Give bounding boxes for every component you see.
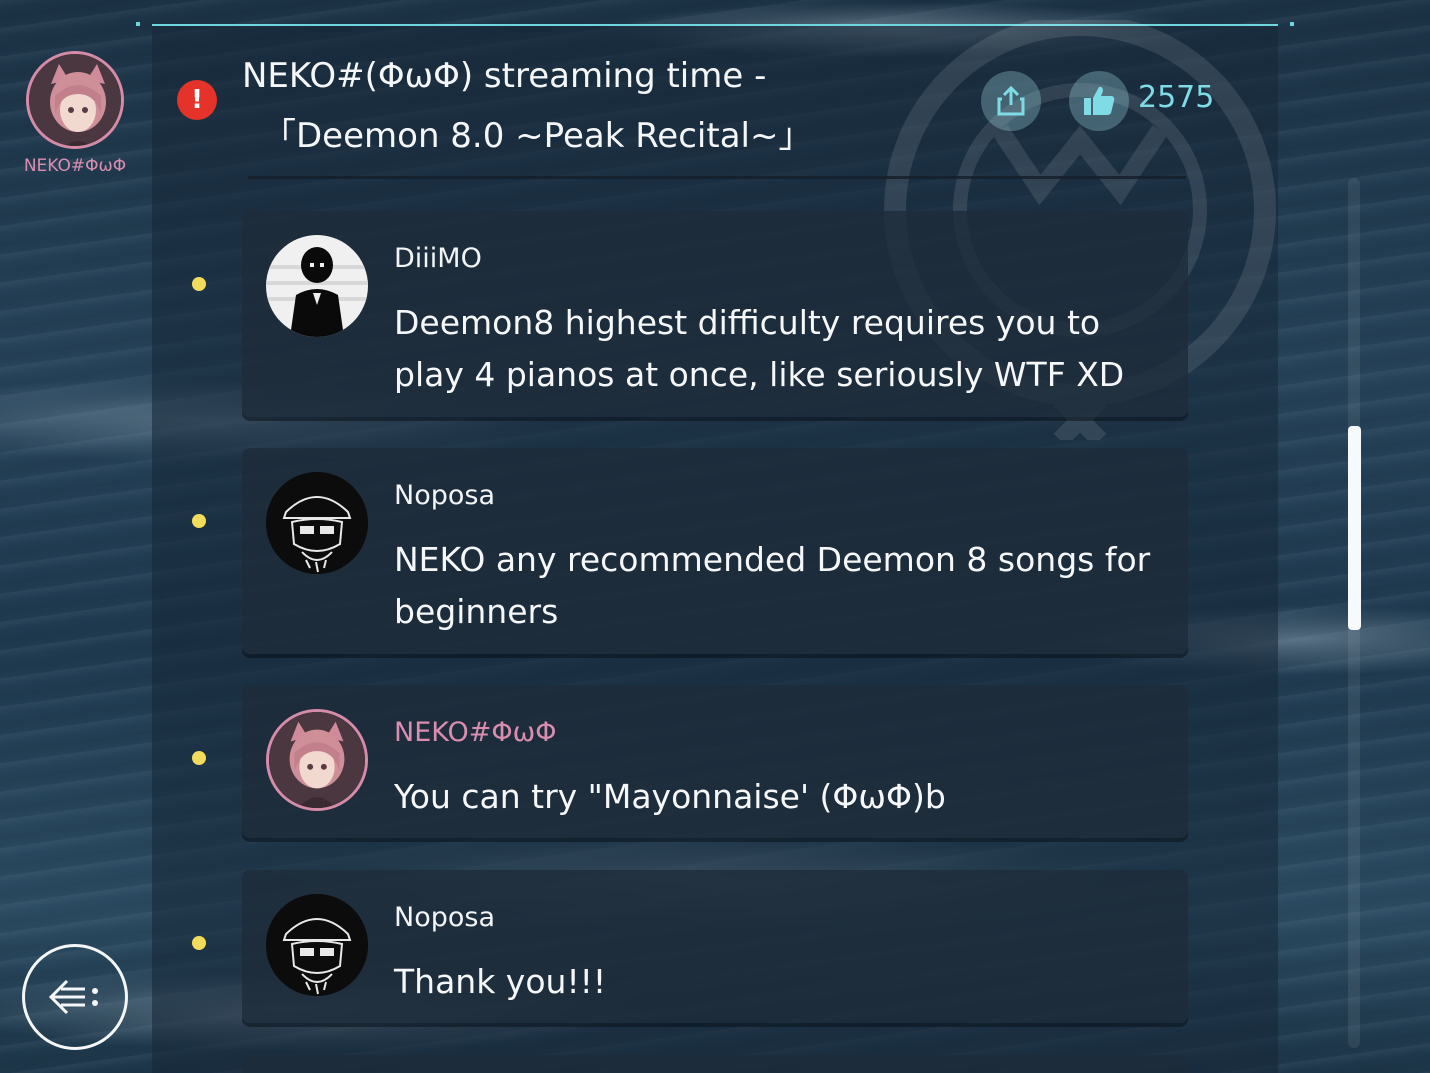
comment-bullet bbox=[192, 936, 206, 950]
author-name: NEKO#ΦωΦ bbox=[23, 156, 127, 176]
scrollbar-thumb[interactable] bbox=[1348, 426, 1361, 630]
comment-item[interactable]: Noposa Thank you!!! bbox=[242, 870, 1188, 1023]
alert-icon[interactable]: ! bbox=[177, 80, 217, 120]
sketch-character-avatar-icon bbox=[266, 894, 368, 996]
commenter-name: NEKO#ΦωΦ bbox=[394, 717, 557, 748]
share-icon bbox=[997, 85, 1025, 116]
commenter-avatar[interactable] bbox=[266, 709, 368, 811]
back-arrow-icon bbox=[48, 979, 98, 1015]
comment-item[interactable]: Noposa NEKO any recommended Deemon 8 son… bbox=[242, 448, 1188, 654]
comment-bullet bbox=[192, 277, 206, 291]
comment-item[interactable]: DiiiMO Deemon8 highest difficulty requir… bbox=[242, 211, 1188, 417]
share-button[interactable] bbox=[981, 71, 1041, 131]
comment-bullet bbox=[192, 751, 206, 765]
commenter-name: Noposa bbox=[394, 902, 495, 933]
cat-girl-avatar-icon bbox=[29, 54, 121, 146]
comment-text: NEKO any recommended Deemon 8 songs for … bbox=[394, 540, 1151, 631]
commenter-avatar[interactable] bbox=[266, 894, 368, 996]
like-count: 2575 bbox=[1138, 80, 1215, 115]
panel-corner-decoration bbox=[1290, 22, 1294, 26]
commenter-name: DiiiMO bbox=[394, 243, 482, 274]
commenter-name: Noposa bbox=[394, 480, 495, 511]
comment-text: You can try "Mayonnaise' (ΦωΦ)b bbox=[394, 777, 946, 816]
panel-corner-decoration bbox=[136, 22, 140, 26]
author-avatar[interactable] bbox=[26, 51, 124, 149]
cat-girl-avatar-icon bbox=[269, 712, 365, 808]
sketch-character-avatar-icon bbox=[266, 472, 368, 574]
post-title: NEKO#(ΦωΦ) streaming time - bbox=[242, 56, 767, 96]
pixel-character-avatar-icon bbox=[266, 235, 368, 337]
like-button[interactable] bbox=[1069, 71, 1129, 131]
thumbs-up-icon bbox=[1084, 86, 1115, 115]
comment-text: Thank you!!! bbox=[394, 962, 607, 1001]
commenter-avatar[interactable] bbox=[266, 472, 368, 574]
comment-bullet bbox=[192, 514, 206, 528]
commenter-avatar[interactable] bbox=[266, 235, 368, 337]
back-button[interactable] bbox=[22, 944, 128, 1050]
comment-item-partial[interactable] bbox=[242, 1055, 1188, 1073]
header-divider bbox=[248, 176, 1186, 179]
comment-item[interactable]: NEKO#ΦωΦ You can try "Mayonnaise' (ΦωΦ)b bbox=[242, 685, 1188, 838]
post-title-subtitle: 「Deemon 8.0 ~Peak Recital~」 bbox=[262, 116, 813, 156]
comment-text: Deemon8 highest difficulty requires you … bbox=[394, 303, 1125, 394]
